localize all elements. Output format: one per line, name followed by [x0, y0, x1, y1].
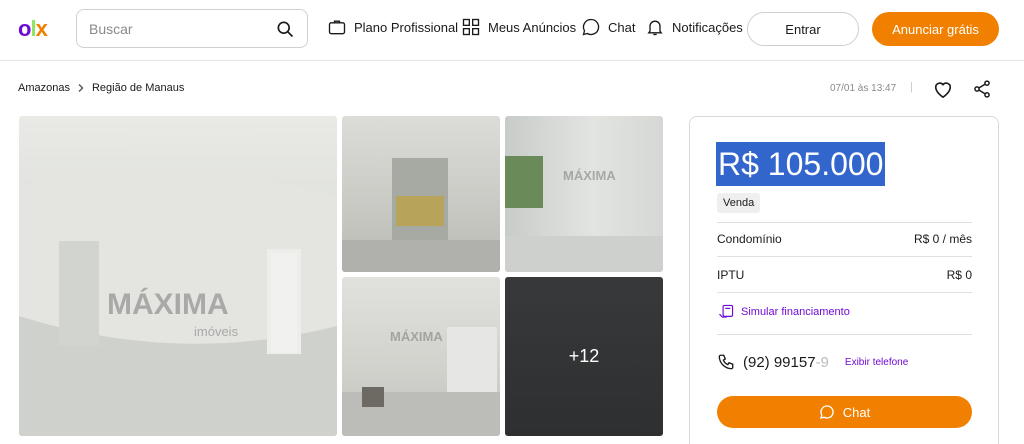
- photo-thumbnail[interactable]: MÁXIMA: [505, 116, 663, 272]
- nav-label: Meus Anúncios: [488, 19, 577, 35]
- phone-number-visible: (92) 99157: [743, 353, 816, 371]
- watermark-text: MÁXIMA: [390, 329, 443, 344]
- search-icon[interactable]: [275, 19, 295, 39]
- post-date: 07/01 às 13:47: [830, 83, 897, 94]
- calculator-hand-icon: [719, 304, 734, 318]
- divider: [717, 256, 972, 257]
- olx-logo[interactable]: olx: [18, 16, 62, 42]
- watermark-text: MÁXIMA: [107, 288, 229, 321]
- main-photo[interactable]: MÁXIMA imóveis: [19, 116, 337, 436]
- photo-thumbnail[interactable]: MÁXIMA: [342, 277, 500, 436]
- breadcrumb-item-amazonas[interactable]: Amazonas: [18, 82, 70, 94]
- briefcase-icon: [328, 20, 346, 35]
- top-header: olx Plano Profissional Meus Anúncios Cha…: [0, 0, 1024, 61]
- detail-label: IPTU: [717, 268, 745, 282]
- watermark-subtext: imóveis: [194, 324, 239, 339]
- simulate-financing-label: Simular financiamento: [741, 306, 850, 318]
- listing-price: R$ 105.000: [716, 142, 886, 186]
- detail-row-condominio: Condomínio R$ 0 / mês: [717, 232, 972, 246]
- share-icon[interactable]: [972, 79, 992, 99]
- detail-label: Condomínio: [717, 232, 782, 246]
- nav-plano-profissional[interactable]: Plano Profissional: [327, 17, 458, 37]
- nav-meus-anuncios[interactable]: Meus Anúncios: [461, 17, 576, 37]
- chevron-right-icon: [78, 84, 84, 92]
- room-illustration: [505, 156, 663, 272]
- date-separator: |: [910, 81, 913, 93]
- phone-number-hidden: -9: [815, 353, 829, 371]
- detail-value: R$ 0: [946, 268, 972, 282]
- bell-icon: [647, 20, 663, 36]
- room-illustration: [19, 173, 337, 436]
- chat-bubble-icon: [582, 18, 600, 36]
- divider: [717, 334, 972, 335]
- login-button[interactable]: Entrar: [747, 12, 859, 46]
- chat-bubble-icon: [819, 405, 834, 419]
- divider: [717, 292, 972, 293]
- heart-icon[interactable]: [932, 79, 954, 99]
- photo-thumbnail-more[interactable]: +12: [505, 277, 663, 436]
- simulate-financing-link[interactable]: Simular financiamento: [717, 304, 850, 320]
- phone-icon: [718, 354, 734, 370]
- detail-row-iptu: IPTU R$ 0: [717, 268, 972, 282]
- chat-button[interactable]: Chat: [717, 396, 972, 428]
- more-photos-count: +12: [505, 277, 663, 436]
- phone-number: (92) 99157-9: [743, 354, 829, 371]
- post-ad-button[interactable]: Anunciar grátis: [872, 12, 999, 46]
- listing-type-badge: Venda: [717, 193, 761, 213]
- room-illustration: [342, 327, 500, 436]
- search-box[interactable]: [76, 9, 308, 48]
- nav-notificacoes[interactable]: Notificações: [645, 17, 743, 37]
- nav-chat[interactable]: Chat: [581, 17, 635, 37]
- nav-label: Plano Profissional: [354, 19, 459, 35]
- photo-thumbnail[interactable]: [342, 116, 500, 272]
- detail-value: R$ 0 / mês: [913, 232, 972, 246]
- breadcrumb-item-regiao[interactable]: Região de Manaus: [92, 82, 184, 94]
- phone-row: (92) 99157-9 Exibir telefone: [717, 353, 908, 371]
- breadcrumb: Amazonas Região de Manaus: [18, 82, 184, 94]
- watermark-text: MÁXIMA: [563, 168, 616, 183]
- room-illustration: [342, 158, 500, 272]
- chat-button-label: Chat: [842, 404, 871, 420]
- search-input[interactable]: [89, 20, 275, 37]
- divider: [717, 222, 972, 223]
- nav-label: Notificações: [672, 19, 743, 35]
- show-phone-link[interactable]: Exibir telefone: [845, 357, 908, 368]
- grid-icon: [462, 18, 480, 36]
- nav-label: Chat: [608, 19, 636, 35]
